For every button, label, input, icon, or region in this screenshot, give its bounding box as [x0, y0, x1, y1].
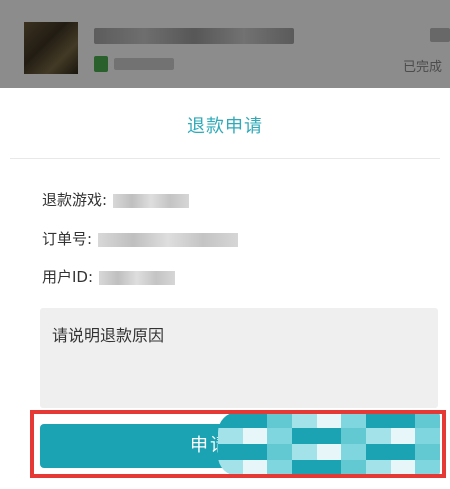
refund-game-label: 退款游戏: — [42, 191, 108, 209]
order-number-label: 订单号: — [42, 230, 93, 248]
refund-screen: 已完成 退款申请 退款游戏: 订单号: 用户ID: 请说明退款原因 申请 — [0, 0, 450, 489]
refund-game-value-obscured — [113, 193, 190, 208]
dialog-title: 退款申请 — [187, 116, 263, 137]
title-divider — [10, 158, 440, 159]
order-number-value-obscured — [98, 232, 239, 247]
refund-game-row: 退款游戏: — [42, 189, 190, 210]
order-number-row: 订单号: — [42, 228, 239, 249]
user-id-row: 用户ID: — [42, 266, 176, 287]
refund-reason-input[interactable]: 请说明退款原因 — [40, 308, 438, 408]
refund-dialog: 退款申请 退款游戏: 订单号: 用户ID: 请说明退款原因 申请 — [10, 88, 446, 489]
refund-reason-placeholder: 请说明退款原因 — [52, 326, 165, 345]
modal-overlay[interactable] — [0, 0, 450, 88]
highlight-annotation-frame — [30, 410, 446, 478]
user-id-value-obscured — [99, 270, 176, 285]
user-id-label: 用户ID: — [42, 268, 94, 286]
